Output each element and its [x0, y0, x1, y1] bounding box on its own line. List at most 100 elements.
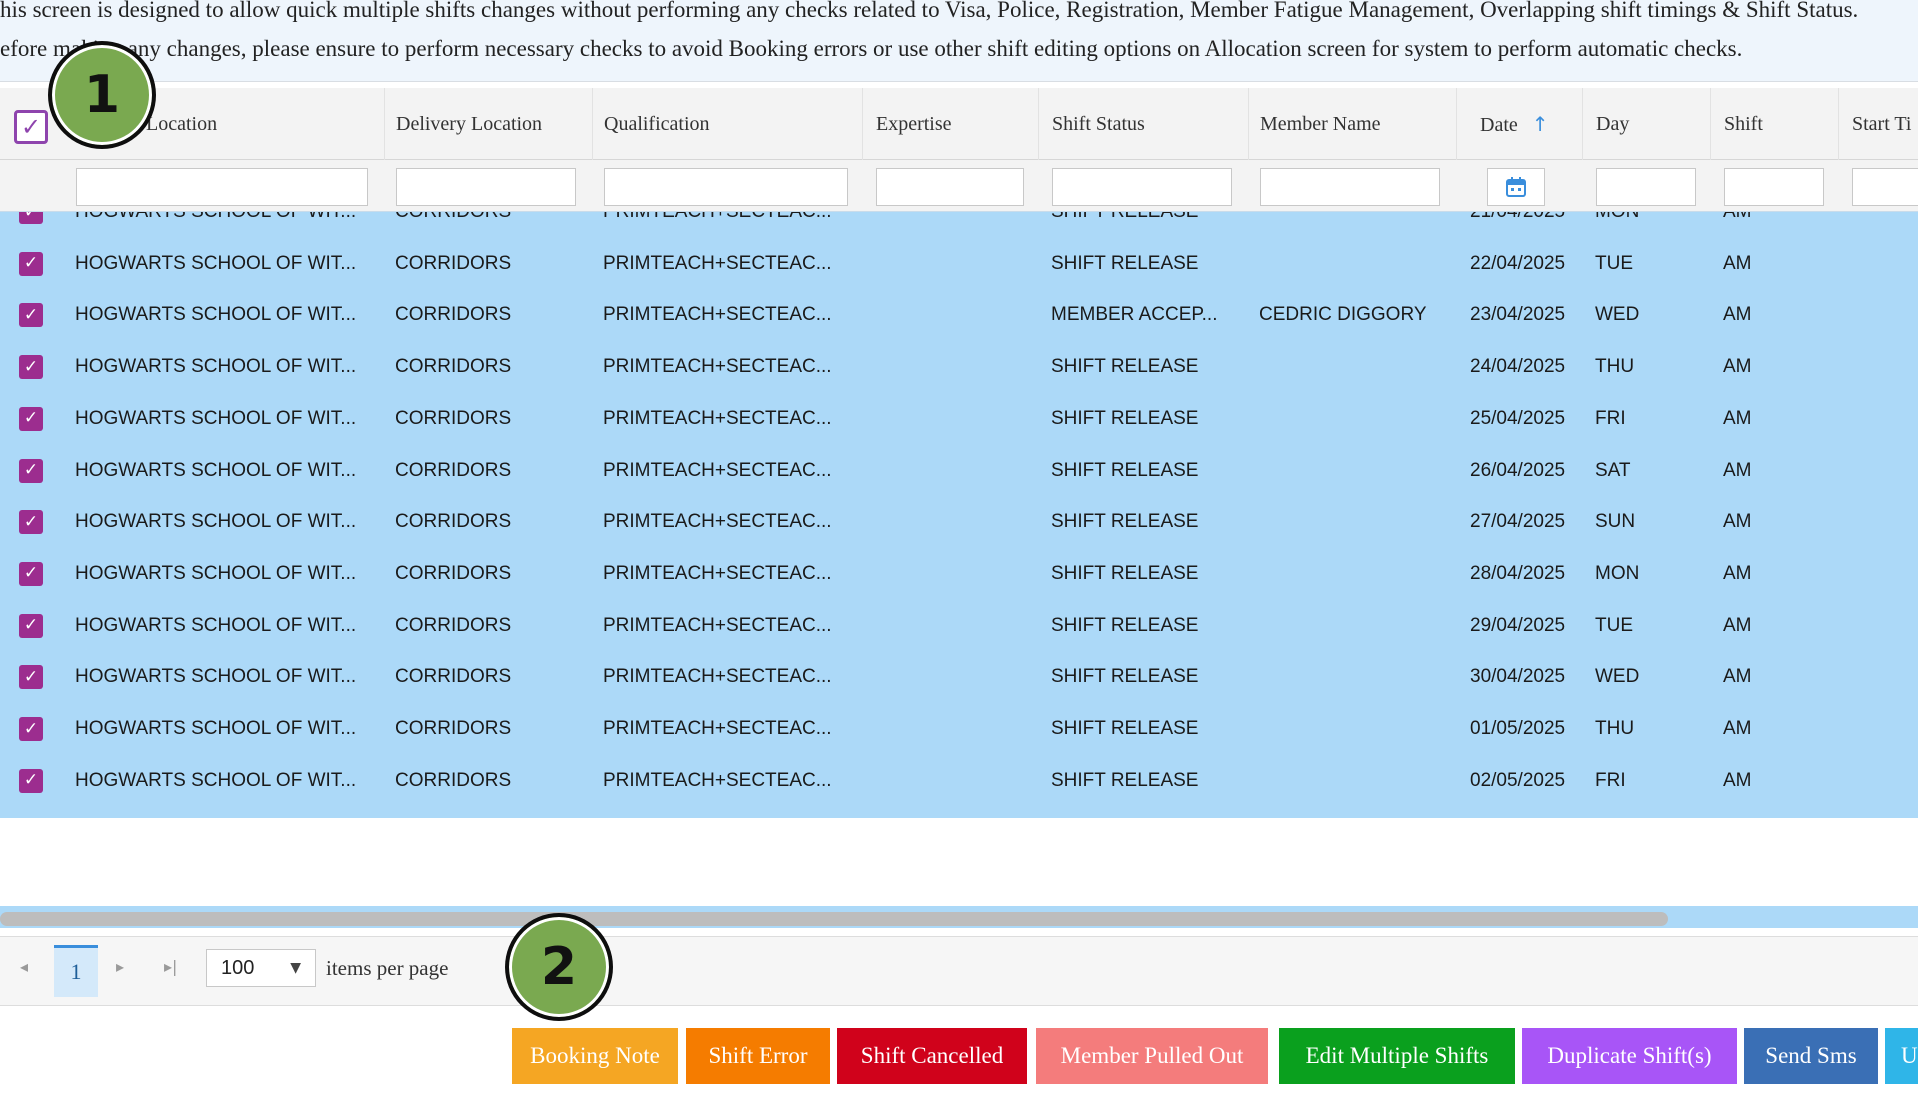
cell-member-name: [1259, 445, 1449, 497]
filter-delivery-location-input[interactable]: [396, 168, 576, 206]
row-checkbox[interactable]: ✓: [19, 613, 43, 638]
cell-expertise: [875, 703, 1035, 755]
filter-day-input[interactable]: [1596, 168, 1696, 206]
row-checkbox[interactable]: ✓: [19, 510, 43, 535]
row-checkbox[interactable]: ✓: [19, 665, 43, 690]
cell-day: TUE: [1595, 614, 1633, 636]
items-per-page-label: items per page: [326, 956, 449, 980]
cell-member-name: [1259, 755, 1449, 807]
cell-day: SUN: [1595, 511, 1636, 533]
cell-date: 01/05/2025: [1470, 718, 1566, 739]
cell-member-name: [1259, 341, 1449, 393]
column-header-shift[interactable]: Shift: [1724, 88, 1763, 160]
table-row[interactable]: ✓HOGWARTS SCHOOL OF WIT...CORRIDORSPRIMT…: [0, 600, 1918, 652]
shift-error-button[interactable]: Shift Error: [686, 1028, 830, 1084]
table-row[interactable]: ✓HOGWARTS SCHOOL OF WIT...CORRIDORSPRIMT…: [0, 755, 1918, 807]
cell-expertise: [875, 600, 1035, 652]
row-checkbox[interactable]: ✓: [19, 458, 43, 483]
cell-date: 29/04/2025: [1470, 614, 1566, 636]
cell-member-name: [1259, 651, 1449, 703]
cell-location: HOGWARTS SCHOOL OF WIT...: [75, 459, 357, 481]
edit-multiple-shifts-button[interactable]: Edit Multiple Shifts: [1279, 1028, 1515, 1084]
column-header-qualification[interactable]: Qualification: [604, 88, 710, 160]
cell-delivery-location: CORRIDORS: [395, 459, 512, 481]
action-bar: Booking Note Shift Error Shift Cancelled Me…: [0, 1006, 1918, 1120]
send-sms-button[interactable]: Send Sms: [1744, 1028, 1878, 1084]
table-row[interactable]: ✓HOGWARTS SCHOOL OF WIT...CORRIDORSPRIMT…: [0, 445, 1918, 497]
cell-date: 02/05/2025: [1470, 769, 1566, 791]
table-row[interactable]: ✓HOGWARTS SCHOOL OF WIT...CORRIDORSPRIMT…: [0, 341, 1918, 393]
column-header-day[interactable]: Day: [1596, 88, 1629, 160]
column-header-delivery-location[interactable]: Delivery Location: [396, 88, 542, 160]
cell-day: FRI: [1595, 769, 1626, 791]
next-page-icon[interactable]: ▸: [116, 957, 124, 976]
cell-delivery-location: CORRIDORS: [395, 407, 512, 429]
column-header-start-time[interactable]: Start Ti: [1852, 88, 1911, 160]
cell-location: HOGWARTS SCHOOL OF WIT...: [75, 212, 375, 238]
cell-qualification: PRIMTEACH+SECTEAC...: [603, 806, 853, 818]
cell-location: HOGWARTS SCHOOL OF WIT...: [75, 769, 357, 791]
cell-member-name: [1259, 393, 1449, 445]
cell-date: 26/04/2025: [1470, 459, 1566, 481]
check-icon: ✓: [23, 615, 39, 636]
row-checkbox[interactable]: ✓: [19, 251, 43, 276]
cell-qualification: PRIMTEACH+SECTEAC...: [603, 252, 832, 274]
cell-shift-status: SHIFT RELEASE: [1051, 769, 1199, 791]
previous-page-icon[interactable]: ◂: [20, 957, 28, 976]
filter-date-picker[interactable]: [1487, 168, 1545, 206]
cell-qualification: PRIMTEACH+SECTEAC...: [603, 614, 832, 636]
sort-ascending-icon[interactable]: ↑: [1532, 88, 1549, 160]
filter-shift-status-input[interactable]: [1052, 168, 1232, 206]
filter-expertise-input[interactable]: [876, 168, 1024, 206]
table-row[interactable]: ✓HOGWARTS SCHOOL OF WIT...CORRIDORSPRIMT…: [0, 289, 1918, 341]
filter-shift-input[interactable]: [1724, 168, 1824, 206]
cell-member-name: [1259, 548, 1449, 600]
cell-location: HOGWARTS SCHOOL OF WIT...: [75, 718, 357, 739]
cell-shift-status: SHIFT RELEASE: [1051, 356, 1199, 378]
table-row[interactable]: ✓HOGWARTS SCHOOL OF WIT...CORRIDORSPRIMT…: [0, 548, 1918, 600]
cell-day: MON: [1595, 212, 1705, 238]
row-checkbox[interactable]: ✓: [19, 303, 43, 328]
filter-location-input[interactable]: [76, 168, 368, 206]
filter-qualification-input[interactable]: [604, 168, 848, 206]
table-row[interactable]: ✓HOGWARTS SCHOOL OF WIT...CORRIDORSPRIMT…: [0, 393, 1918, 445]
page-size-select[interactable]: 100 ▼: [206, 949, 316, 987]
cell-shift-status: SHIFT RELEASE: [1051, 252, 1199, 274]
column-header-member-name[interactable]: Member Name: [1260, 88, 1381, 160]
select-all-checkbox[interactable]: ✓: [14, 110, 48, 144]
horizontal-scrollbar-thumb[interactable]: [0, 912, 1668, 926]
cell-delivery-location: CORRIDORS: [395, 769, 512, 791]
current-page-button[interactable]: 1: [54, 945, 98, 997]
row-checkbox[interactable]: ✓: [19, 768, 43, 793]
cell-member-name: [1259, 212, 1449, 238]
cell-expertise: [875, 496, 1035, 548]
row-checkbox[interactable]: ✓: [19, 212, 43, 224]
more-action-button[interactable]: U: [1885, 1028, 1918, 1084]
cell-delivery-location: CORRIDORS: [395, 511, 512, 533]
cell-delivery-location: CORRIDORS: [395, 718, 512, 739]
row-checkbox[interactable]: ✓: [19, 406, 43, 431]
row-checkbox[interactable]: ✓: [19, 561, 43, 586]
row-checkbox[interactable]: ✓: [19, 355, 43, 380]
cell-qualification: PRIMTEACH+SECTEAC...: [603, 407, 832, 429]
table-row[interactable]: ✓HOGWARTS SCHOOL OF WIT...CORRIDORSPRIMT…: [0, 238, 1918, 290]
column-header-shift-status[interactable]: Shift Status: [1052, 88, 1145, 160]
cell-shift-status: SHIFT RELEASE: [1051, 666, 1199, 688]
table-row[interactable]: ✓HOGWARTS SCHOOL OF WIT...CORRIDORSPRIMT…: [0, 703, 1918, 755]
table-row[interactable]: ✓HOGWARTS SCHOOL OF WIT...CORRIDORSPRIMT…: [0, 496, 1918, 548]
last-page-icon[interactable]: ▸|: [164, 957, 177, 976]
cell-date: 30/04/2025: [1470, 666, 1566, 688]
column-header-expertise[interactable]: Expertise: [876, 88, 952, 160]
row-checkbox[interactable]: ✓: [19, 717, 43, 741]
member-pulled-out-button[interactable]: Member Pulled Out: [1036, 1028, 1268, 1084]
table-row[interactable]: ✓HOGWARTS SCHOOL OF WIT...CORRIDORSPRIMT…: [0, 212, 1918, 238]
column-header-date[interactable]: Date ↑: [1480, 88, 1549, 160]
booking-note-button[interactable]: Booking Note: [512, 1028, 678, 1084]
duplicate-shifts-button[interactable]: Duplicate Shift(s): [1522, 1028, 1737, 1084]
column-header-location[interactable]: Location: [146, 88, 217, 160]
table-row[interactable]: ✓HOGWARTS SCHOOL OF WIT...CORRIDORSPRIMT…: [0, 806, 1918, 818]
filter-start-time-input[interactable]: [1852, 168, 1918, 206]
filter-member-name-input[interactable]: [1260, 168, 1440, 206]
shift-cancelled-button[interactable]: Shift Cancelled: [837, 1028, 1027, 1084]
table-row[interactable]: ✓HOGWARTS SCHOOL OF WIT...CORRIDORSPRIMT…: [0, 651, 1918, 703]
